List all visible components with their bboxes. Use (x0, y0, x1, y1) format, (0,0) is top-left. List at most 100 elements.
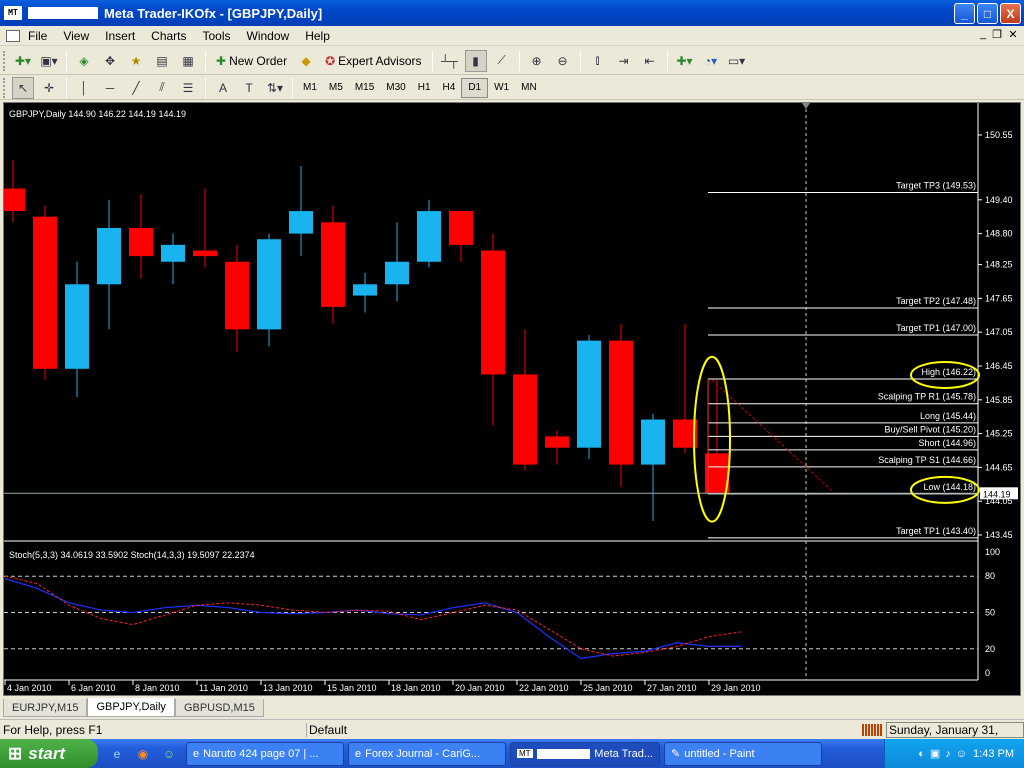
mdi-minimize-icon[interactable]: _ (976, 28, 990, 40)
vertical-line-icon[interactable]: │ (73, 77, 95, 99)
candle-body (289, 211, 313, 234)
menu-help[interactable]: Help (297, 29, 338, 43)
tray-app-icon[interactable]: ◐ (918, 748, 925, 760)
crosshair-icon[interactable]: ✛ (38, 77, 60, 99)
level-label: Target TP2 (147.48) (896, 296, 976, 306)
network-icon[interactable]: ▣ (930, 747, 940, 760)
time-tick-label: 4 Jan 2010 (7, 683, 52, 693)
navigator-icon[interactable]: ★ (125, 50, 147, 72)
candle-body (257, 239, 281, 330)
text-label-icon[interactable]: T (238, 77, 260, 99)
level-label: Low (144.18) (923, 482, 976, 492)
auto-scroll-icon[interactable]: ⇥ (613, 50, 635, 72)
chart-window[interactable]: GBPJPY,Daily 144.90 146.22 144.19 144.19… (3, 102, 1021, 696)
menu-insert[interactable]: Insert (97, 29, 143, 43)
expert-advisors-button[interactable]: ✪ Expert Advisors (321, 50, 425, 72)
timeframe-m1[interactable]: M1 (297, 78, 323, 98)
line-chart-icon[interactable]: ⟋ (491, 50, 513, 72)
mdi-close-icon[interactable]: ✕ (1006, 28, 1020, 41)
new-chart-icon[interactable]: ✚▾ (12, 50, 34, 72)
timeframe-h1[interactable]: H1 (412, 78, 437, 98)
arrows-icon[interactable]: ⇅▾ (264, 77, 286, 99)
zoom-in-icon[interactable]: ⊕ (526, 50, 548, 72)
equidistant-channel-icon[interactable]: ⫽ (151, 77, 173, 99)
tab-eurjpy-m15[interactable]: EURJPY,M15 (3, 699, 88, 717)
task-metatrader[interactable]: MT Meta Trad... (510, 741, 660, 766)
new-order-button[interactable]: ✚ New Order (212, 50, 291, 72)
terminal-icon[interactable]: ▤ (151, 50, 173, 72)
volume-icon[interactable]: ♪ (945, 748, 951, 760)
timeframe-m15[interactable]: M15 (349, 78, 380, 98)
text-icon[interactable]: A (212, 77, 234, 99)
price-tick-label: 150.55 (985, 130, 1013, 140)
tab-gbpusd-m15[interactable]: GBPUSD,M15 (174, 699, 264, 717)
task-label: Meta Trad... (594, 747, 653, 760)
metaeditor-icon[interactable]: ◆ (295, 50, 317, 72)
time-tick-label: 11 Jan 2010 (199, 683, 248, 693)
zoom-out-icon[interactable]: ⊖ (552, 50, 574, 72)
timeframe-h4[interactable]: H4 (437, 78, 462, 98)
data-window-icon[interactable]: ✥ (99, 50, 121, 72)
templates-icon[interactable]: ▭▾ (726, 50, 748, 72)
ie-quicklaunch-icon[interactable]: e (106, 743, 128, 765)
separator (431, 50, 433, 71)
start-label: start (28, 743, 66, 763)
start-button[interactable]: ⊞ start (0, 739, 98, 768)
cursor-icon[interactable]: ↖ (12, 76, 34, 99)
timeframe-d1[interactable]: D1 (461, 77, 489, 98)
indicators-icon[interactable]: ✚▾ (674, 50, 696, 72)
close-button[interactable]: X (1000, 3, 1021, 24)
menu-view[interactable]: View (55, 29, 97, 43)
menu-file[interactable]: File (20, 29, 55, 43)
candlestick-icon[interactable]: ▮ (464, 49, 487, 72)
candle-body (353, 284, 377, 296)
tile-windows-icon[interactable]: ⫾ (587, 50, 609, 72)
title-bar: MT Meta Trader-IKOfx - [GBPJPY,Daily] _ … (0, 0, 1024, 26)
menu-window[interactable]: Window (239, 29, 298, 43)
profiles-icon[interactable]: ▣▾ (38, 50, 60, 72)
time-tick-label: 22 Jan 2010 (519, 683, 569, 693)
redacted-block (536, 748, 591, 759)
chart-shift-icon[interactable]: ⇤ (639, 50, 661, 72)
candle-body (129, 227, 153, 257)
menu-bar: File View Insert Charts Tools Window Hel… (0, 26, 1024, 46)
candle-body (193, 250, 217, 257)
system-tray: ◐ ▣ ♪ ☺ 1:43 PM (884, 739, 1024, 768)
menu-tools[interactable]: Tools (195, 29, 239, 43)
messenger-tray-icon[interactable]: ☺ (956, 748, 967, 760)
timeframe-w1[interactable]: W1 (488, 78, 515, 98)
task-paint[interactable]: ✎ untitled - Paint (664, 741, 822, 766)
strategy-tester-icon[interactable]: ▦ (177, 50, 199, 72)
timeframe-mn[interactable]: MN (515, 78, 543, 98)
chart-tabs-bar: EURJPY,M15 GBPJPY,Daily GBPUSD,M15 (0, 697, 1024, 717)
minimize-button[interactable]: _ (954, 3, 975, 24)
tab-gbpjpy-daily[interactable]: GBPJPY,Daily (87, 698, 175, 717)
periods-icon[interactable]: ◔▾ (700, 50, 722, 72)
candle-body (4, 188, 25, 212)
mdi-restore-icon[interactable]: ❐ (990, 28, 1004, 41)
task-forex-journal[interactable]: e Forex Journal - CariG... (348, 741, 506, 766)
price-tick-label: 147.05 (985, 327, 1013, 337)
time-tick-label: 6 Jan 2010 (71, 683, 116, 693)
candle-body (609, 340, 633, 465)
fibonacci-icon[interactable]: ☰ (177, 77, 199, 99)
candle-body (641, 419, 665, 465)
stoch-tick-label: 0 (985, 668, 990, 678)
bar-chart-icon[interactable]: ┴┬ (439, 50, 461, 72)
firefox-quicklaunch-icon[interactable]: ◉ (132, 743, 154, 765)
status-profile: Default (306, 722, 862, 737)
status-date: Sunday, January 31, 2010 (886, 721, 1024, 752)
timeframe-m30[interactable]: M30 (380, 78, 411, 98)
trendline-icon[interactable]: ╱ (125, 77, 147, 99)
timeframe-m5[interactable]: M5 (323, 78, 349, 98)
task-naruto[interactable]: e Naruto 424 page 07 | ... (186, 741, 344, 766)
horizontal-line-icon[interactable]: ─ (99, 77, 121, 99)
messenger-quicklaunch-icon[interactable]: ☺ (158, 743, 180, 765)
stoch-tick-label: 20 (985, 644, 995, 654)
maximize-button[interactable]: □ (977, 3, 998, 24)
menu-charts[interactable]: Charts (143, 29, 194, 43)
stoch-fast-line (4, 578, 741, 660)
market-watch-icon[interactable]: ◈ (73, 50, 95, 72)
level-label: Short (144.96) (918, 438, 976, 448)
price-chart[interactable]: GBPJPY,Daily 144.90 146.22 144.19 144.19… (4, 103, 1020, 695)
